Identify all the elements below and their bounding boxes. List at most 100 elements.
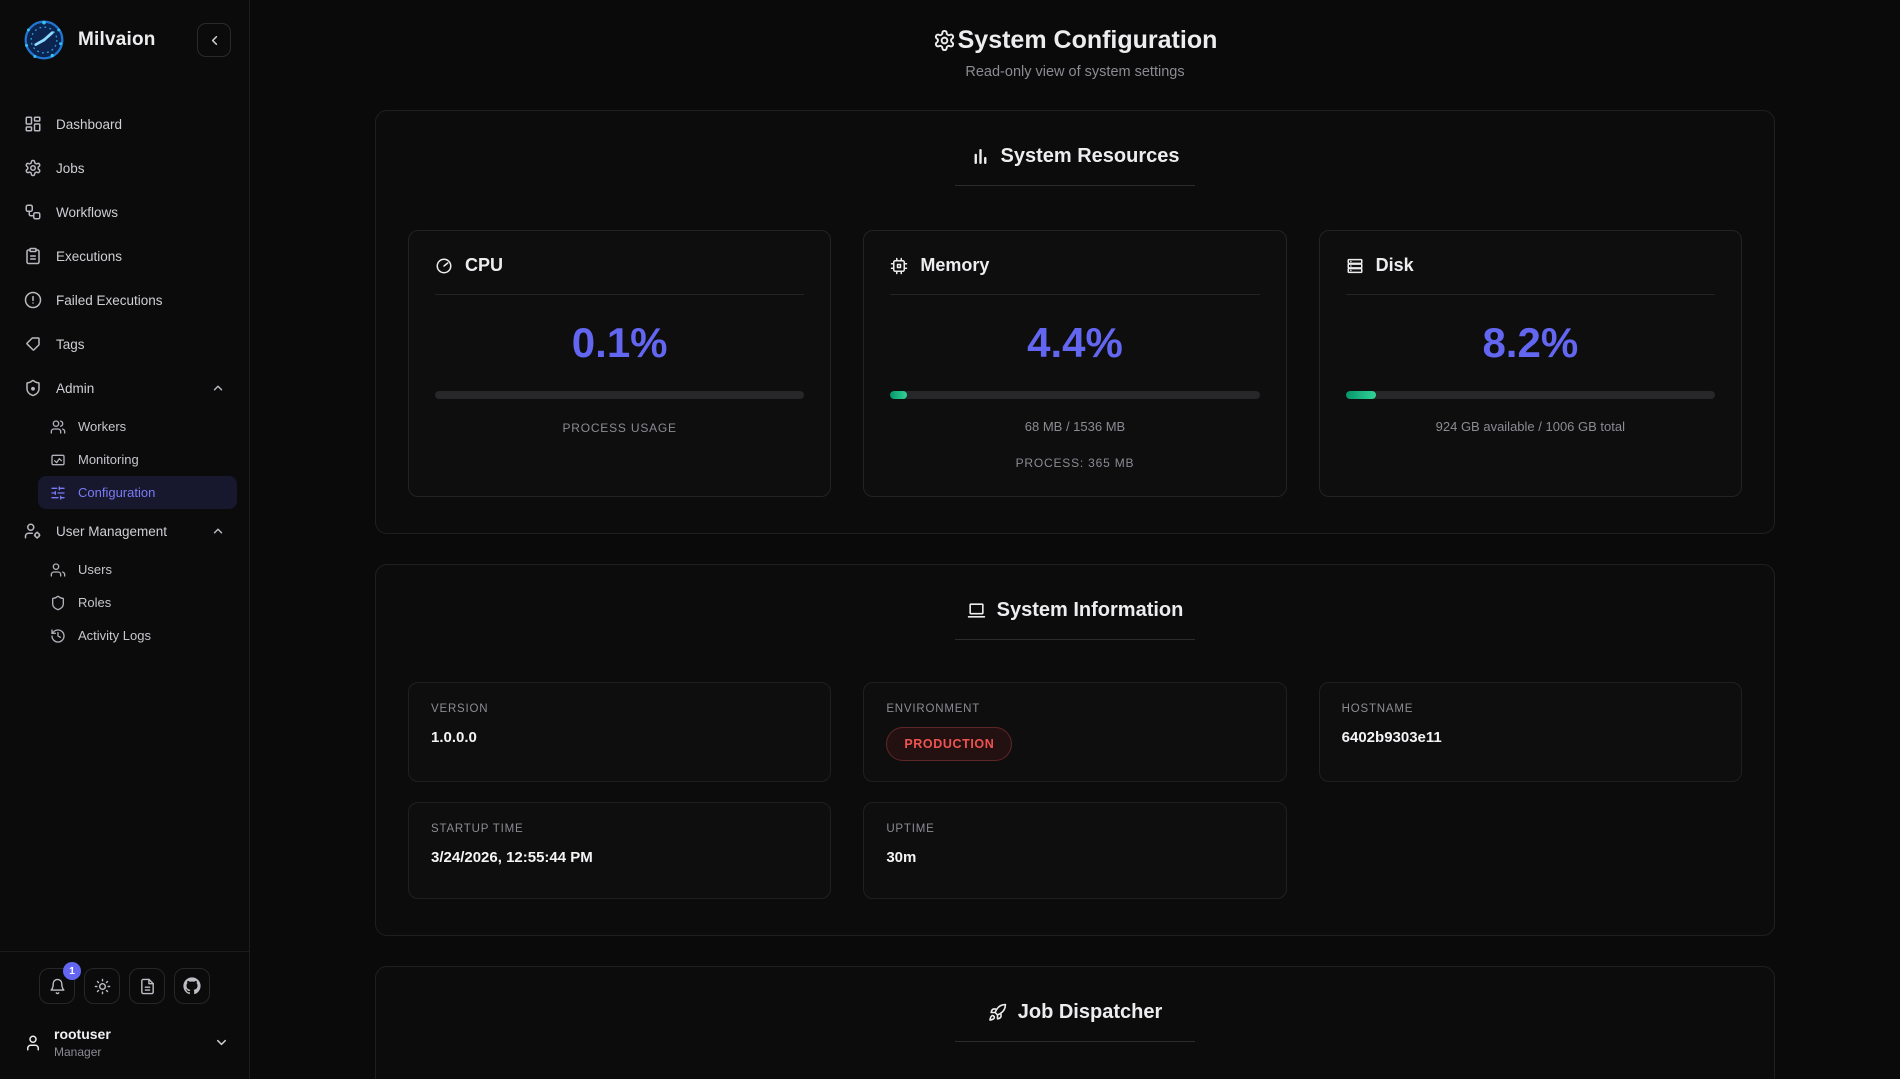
sidebar-nav: Dashboard Jobs Workflows Executions Fail…: [0, 76, 249, 951]
users-icon: [50, 419, 66, 435]
gear-icon: [24, 159, 42, 177]
sidebar-item-roles[interactable]: Roles: [38, 586, 237, 619]
divider: [890, 294, 1259, 295]
server-rows-icon: [1346, 257, 1364, 275]
environment-card: ENVIRONMENT PRODUCTION: [863, 682, 1286, 782]
memory-usage-text: 68 MB / 1536 MB: [890, 419, 1259, 434]
sidebar-header: Milvaion: [0, 0, 249, 76]
user-name: rootuser: [54, 1026, 111, 1042]
notifications-button[interactable]: 1: [39, 968, 75, 1004]
startup-time-value: 3/24/2026, 12:55:44 PM: [431, 849, 808, 866]
nav-label: Workers: [78, 419, 126, 434]
memory-progress-bar: [890, 391, 1259, 399]
nav-label: Workflows: [56, 205, 118, 220]
field-label: VERSION: [431, 703, 808, 715]
divider: [955, 1041, 1195, 1042]
divider: [1346, 294, 1715, 295]
document-icon: [139, 978, 156, 995]
environment-badge: PRODUCTION: [886, 727, 1012, 761]
sidebar-group-admin[interactable]: Admin: [12, 366, 237, 410]
chevron-left-icon: [207, 33, 222, 48]
memory-value: 4.4%: [890, 319, 1259, 367]
nav-label: Roles: [78, 595, 111, 610]
sidebar: Milvaion Dashboard Jobs Workflows: [0, 0, 250, 1079]
dashboard-icon: [24, 115, 42, 133]
sliders-icon: [50, 485, 66, 501]
github-icon: [183, 977, 201, 995]
sun-icon: [94, 978, 111, 995]
divider: [955, 185, 1195, 186]
cpu-value: 0.1%: [435, 319, 804, 367]
nav-label: Configuration: [78, 485, 155, 500]
sidebar-item-users[interactable]: Users: [38, 553, 237, 586]
sidebar-item-dashboard[interactable]: Dashboard: [12, 102, 237, 146]
section-title: System Resources: [408, 145, 1742, 168]
nav-label: Admin: [56, 381, 94, 396]
user-cog-icon: [24, 522, 42, 540]
nav-label: Dashboard: [56, 117, 122, 132]
version-value: 1.0.0.0: [431, 729, 808, 746]
sidebar-item-jobs[interactable]: Jobs: [12, 146, 237, 190]
disk-value: 8.2%: [1346, 319, 1715, 367]
version-card: VERSION 1.0.0.0: [408, 682, 831, 782]
field-label: UPTIME: [886, 823, 1263, 835]
nav-label: User Management: [56, 524, 167, 539]
sidebar-item-executions[interactable]: Executions: [12, 234, 237, 278]
sidebar-item-failed-executions[interactable]: Failed Executions: [12, 278, 237, 322]
resource-name: Disk: [1376, 255, 1414, 276]
system-information-section: System Information VERSION 1.0.0.0 ENVIR…: [375, 564, 1775, 936]
resource-name: CPU: [465, 255, 503, 276]
cpu-progress-bar: [435, 391, 804, 399]
job-dispatcher-section: Job Dispatcher ENABLED POLLING INTERVAL …: [375, 966, 1775, 1079]
chevron-up-icon: [211, 381, 225, 395]
users-icon: [50, 562, 66, 578]
divider: [955, 639, 1195, 640]
page-subtitle: Read-only view of system settings: [965, 64, 1184, 80]
sidebar-item-monitoring[interactable]: Monitoring: [38, 443, 237, 476]
theme-toggle-button[interactable]: [84, 968, 120, 1004]
section-title: Job Dispatcher: [408, 1001, 1742, 1024]
bell-icon: [49, 978, 66, 995]
sidebar-item-configuration[interactable]: Configuration: [38, 476, 237, 509]
nav-label: Tags: [56, 337, 85, 352]
nav-label: Failed Executions: [56, 293, 163, 308]
sidebar-item-workers[interactable]: Workers: [38, 410, 237, 443]
sidebar-footer: 1 rootuser: [0, 951, 249, 1079]
sidebar-item-workflows[interactable]: Workflows: [12, 190, 237, 234]
history-icon: [50, 628, 66, 644]
gear-icon: [933, 29, 956, 52]
user-role: Manager: [54, 1045, 111, 1059]
app-title: Milvaion: [78, 29, 156, 51]
chevron-down-icon: [214, 1035, 229, 1050]
gauge-icon: [435, 257, 453, 275]
user-menu[interactable]: rootuser Manager: [0, 1004, 249, 1079]
startup-time-card: STARTUP TIME 3/24/2026, 12:55:44 PM: [408, 802, 831, 899]
hostname-card: HOSTNAME 6402b9303e11: [1319, 682, 1742, 782]
cpu-chip-icon: [890, 257, 908, 275]
cpu-card: CPU 0.1% PROCESS USAGE: [408, 230, 831, 497]
nav-label: Executions: [56, 249, 122, 264]
rocket-icon: [988, 1003, 1007, 1022]
sidebar-item-tags[interactable]: Tags: [12, 322, 237, 366]
resource-name: Memory: [920, 255, 989, 276]
sidebar-item-activity-logs[interactable]: Activity Logs: [38, 619, 237, 652]
divider: [435, 294, 804, 295]
bar-chart-icon: [971, 147, 990, 166]
nav-label: Jobs: [56, 161, 85, 176]
chevron-up-icon: [211, 524, 225, 538]
main-content: System Configuration Read-only view of s…: [250, 0, 1900, 1079]
sidebar-group-user-management[interactable]: User Management: [12, 509, 237, 553]
alert-circle-icon: [24, 291, 42, 309]
uptime-value: 30m: [886, 849, 1263, 866]
uptime-card: UPTIME 30m: [863, 802, 1286, 899]
field-label: STARTUP TIME: [431, 823, 808, 835]
docs-button[interactable]: [129, 968, 165, 1004]
github-button[interactable]: [174, 968, 210, 1004]
clipboard-icon: [24, 247, 42, 265]
nav-label: Activity Logs: [78, 628, 151, 643]
field-label: ENVIRONMENT: [886, 703, 1263, 715]
section-title: System Information: [408, 599, 1742, 622]
user-icon: [24, 1034, 42, 1052]
field-label: HOSTNAME: [1342, 703, 1719, 715]
sidebar-collapse-button[interactable]: [197, 23, 231, 57]
